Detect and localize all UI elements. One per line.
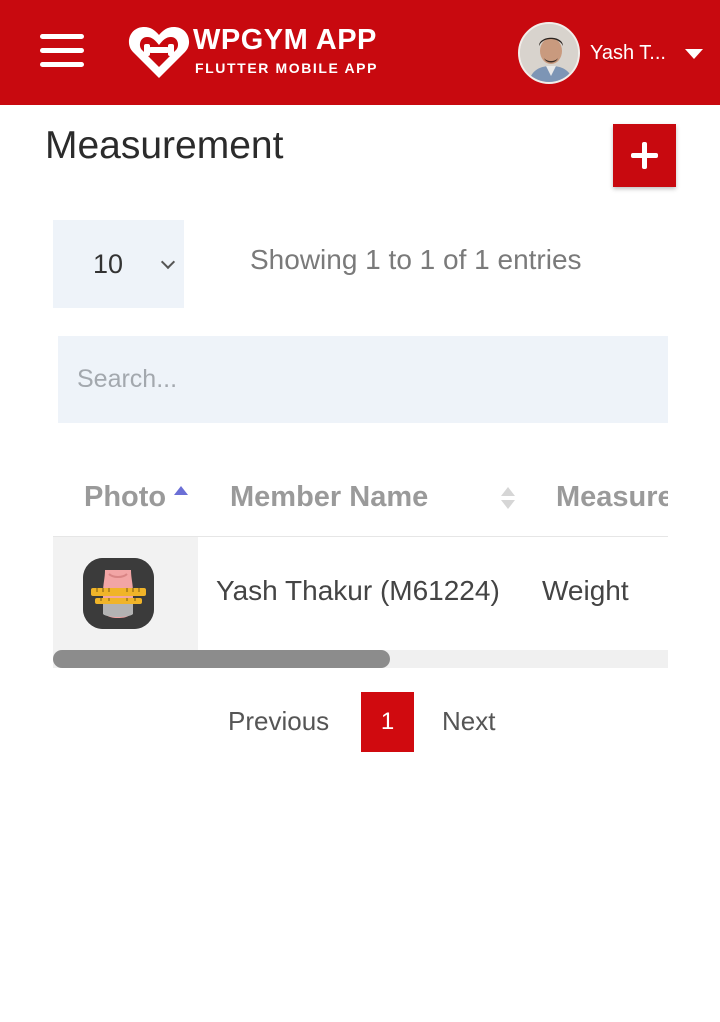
add-measurement-button[interactable] bbox=[613, 124, 676, 187]
page-title: Measurement bbox=[45, 124, 284, 167]
page-length-value: 10 bbox=[93, 249, 124, 279]
logo-subtitle: FLUTTER MOBILE APP bbox=[195, 60, 379, 76]
search-input[interactable] bbox=[58, 336, 668, 423]
page-length-select[interactable]: 10 bbox=[53, 220, 184, 308]
user-menu[interactable]: Yash T... bbox=[518, 22, 708, 84]
measurement-thumbnail[interactable] bbox=[83, 558, 154, 629]
app-logo: WPGYM APP FLUTTER MOBILE APP bbox=[127, 20, 397, 86]
column-header-photo[interactable]: Photo bbox=[84, 481, 166, 514]
next-page-button[interactable]: Next bbox=[442, 706, 495, 737]
avatar bbox=[518, 22, 580, 84]
column-header-measurement[interactable]: Measure bbox=[556, 481, 668, 514]
sort-icon[interactable] bbox=[501, 487, 515, 513]
previous-page-button[interactable]: Previous bbox=[228, 706, 329, 737]
heart-logo-icon bbox=[128, 26, 190, 78]
user-name: Yash T... bbox=[590, 42, 666, 64]
measurement-table: Photo Member Name Measure Yash Thakur (M… bbox=[53, 466, 668, 652]
page-number-button[interactable]: 1 bbox=[361, 692, 414, 752]
column-header-member-name[interactable]: Member Name bbox=[230, 481, 428, 514]
entries-info: Showing 1 to 1 of 1 entries bbox=[250, 244, 582, 275]
table-row: Yash Thakur (M61224) Weight bbox=[53, 537, 668, 650]
scrollbar-thumb[interactable] bbox=[53, 650, 390, 668]
top-app-bar: WPGYM APP FLUTTER MOBILE APP Yash T... bbox=[0, 0, 720, 105]
table-header: Photo Member Name Measure bbox=[53, 466, 668, 537]
chevron-down-icon bbox=[160, 254, 176, 270]
measurement-cell: Weight bbox=[542, 575, 629, 606]
menu-icon[interactable] bbox=[40, 34, 84, 68]
caret-down-icon[interactable] bbox=[685, 49, 703, 59]
sort-ascending-icon[interactable] bbox=[174, 486, 188, 495]
member-name-cell: Yash Thakur (M61224) bbox=[216, 575, 500, 606]
logo-title: WPGYM APP bbox=[193, 24, 377, 56]
photo-cell bbox=[53, 537, 198, 650]
